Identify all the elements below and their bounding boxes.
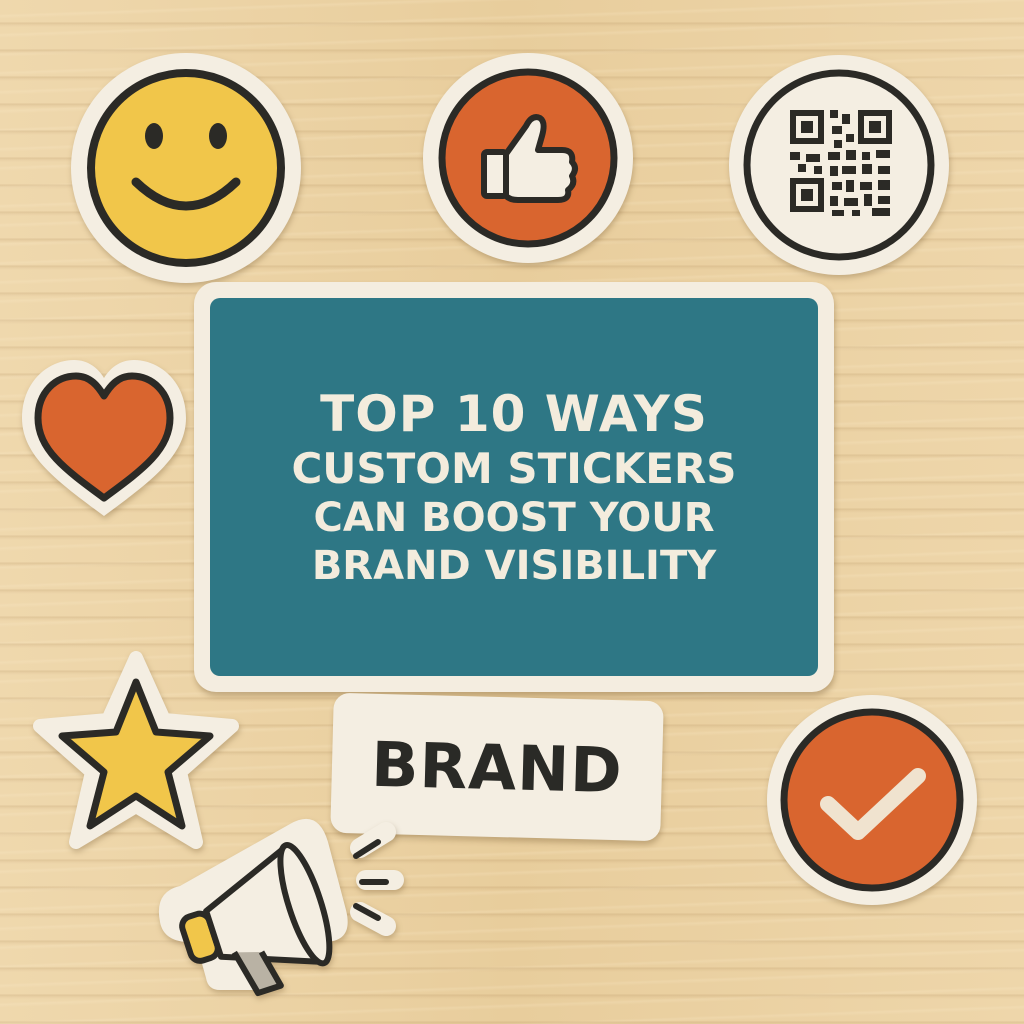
title-line-3: CAN BOOST YOUR — [313, 495, 715, 542]
wood-background: TOP 10 WAYS CUSTOM STICKERS CAN BOOST YO… — [0, 0, 1024, 1024]
heart-sticker — [18, 352, 190, 524]
thumbs-up-sticker — [422, 52, 634, 264]
megaphone-sticker — [150, 802, 404, 997]
brand-label: BRAND — [370, 727, 624, 807]
heart-icon — [22, 360, 186, 516]
thumbs-up-icon — [423, 53, 633, 263]
title-card-sticker: TOP 10 WAYS CUSTOM STICKERS CAN BOOST YO… — [194, 282, 834, 692]
smiley-face-icon — [71, 53, 301, 283]
checkmark-sticker — [766, 694, 978, 906]
title-line-4: BRAND VISIBILITY — [311, 543, 717, 590]
title-line-1: TOP 10 WAYS — [320, 384, 708, 443]
qr-code-icon — [729, 55, 949, 275]
qr-code-sticker — [728, 54, 950, 276]
title-panel: TOP 10 WAYS CUSTOM STICKERS CAN BOOST YO… — [210, 298, 818, 676]
title-line-2: CUSTOM STICKERS — [291, 443, 737, 493]
smiley-sticker — [70, 52, 302, 284]
checkmark-icon — [767, 695, 977, 905]
megaphone-icon — [158, 818, 404, 997]
